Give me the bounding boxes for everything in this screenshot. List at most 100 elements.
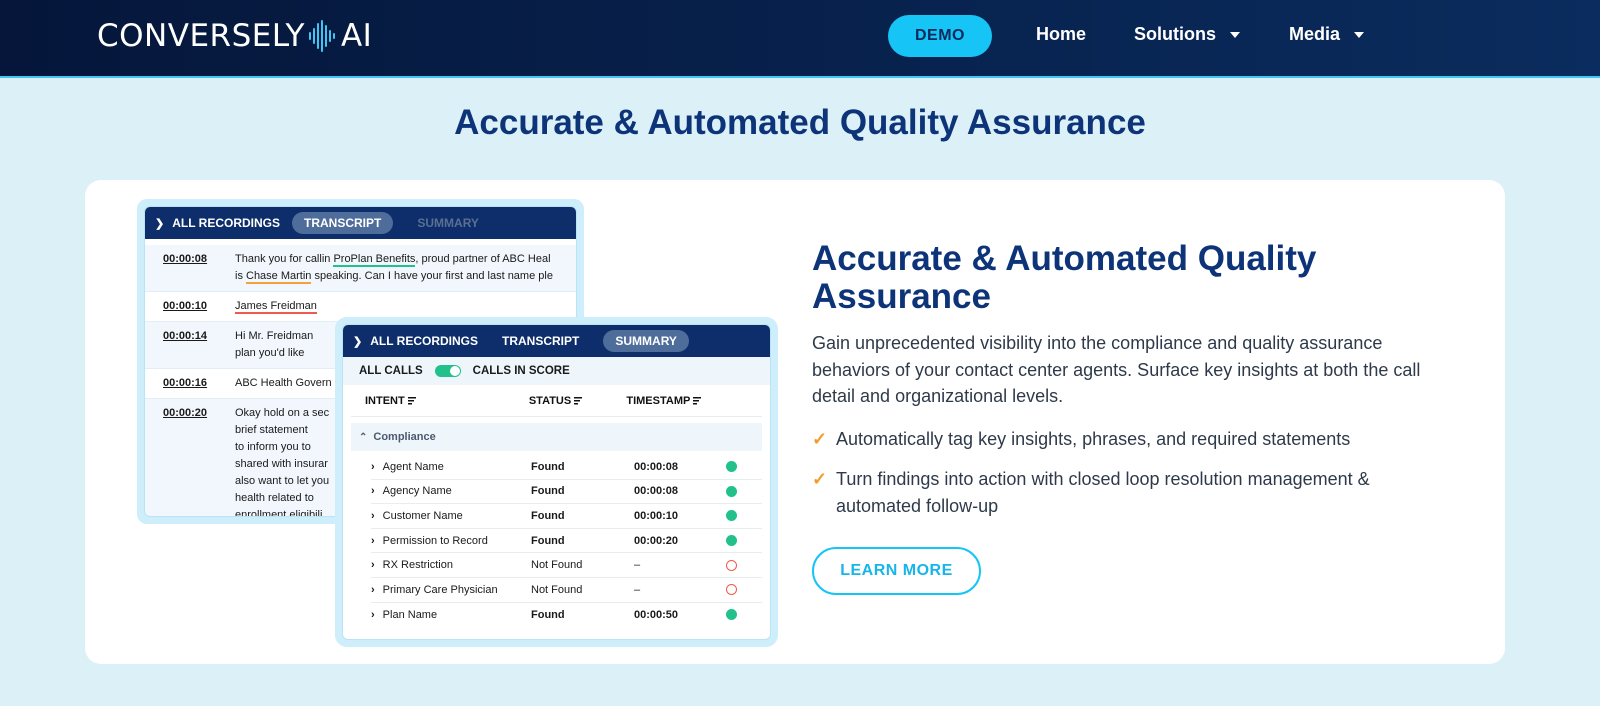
check-icon: ✓ bbox=[812, 429, 828, 449]
logo-text-right: AI bbox=[340, 18, 373, 54]
chevron-right-icon: › bbox=[371, 608, 375, 621]
check-icon: ✓ bbox=[812, 469, 828, 489]
transcript-timestamp[interactable]: 00:00:14 bbox=[145, 328, 235, 362]
col-timestamp[interactable]: TIMESTAMP bbox=[626, 395, 740, 407]
filter-calls-in-score: CALLS IN SCORE bbox=[472, 365, 570, 377]
intent-cell: › RX Restriction bbox=[371, 559, 531, 571]
status-cell: Found bbox=[531, 534, 565, 547]
learn-more-button[interactable]: LEARN MORE bbox=[812, 547, 981, 595]
intent-name: Primary Care Physician bbox=[382, 583, 498, 596]
chevron-up-icon: ⌃ bbox=[359, 431, 368, 443]
not-found-status-icon bbox=[726, 584, 737, 596]
intent-cell: › Agency Name bbox=[371, 485, 531, 497]
col-timestamp-label: TIMESTAMP bbox=[626, 394, 691, 407]
table-row[interactable]: › Agency Name Found 00:00:08 bbox=[371, 480, 762, 505]
page-title: Accurate & Automated Quality Assurance bbox=[454, 103, 1146, 142]
chevron-right-icon: › bbox=[371, 534, 375, 547]
section-title: Accurate & Automated Quality Assurance bbox=[812, 239, 1317, 316]
found-status-icon bbox=[726, 510, 737, 522]
timestamp-cell: 00:00:08 bbox=[634, 485, 679, 498]
col-status-label: STATUS bbox=[528, 394, 572, 407]
intent-name: Plan Name bbox=[382, 608, 438, 621]
summary-tabbar: ❯ ALL RECORDINGS TRANSCRIPT SUMMARY bbox=[343, 325, 770, 357]
summary-panel-inner: ❯ ALL RECORDINGS TRANSCRIPT SUMMARY ALL … bbox=[342, 324, 771, 640]
chevron-right-icon: › bbox=[371, 559, 375, 572]
demo-button[interactable]: DEMO bbox=[888, 15, 992, 57]
table-header: INTENT STATUS TIMESTAMP bbox=[351, 385, 762, 417]
table-row[interactable]: › Agent Name Found 00:00:08 bbox=[371, 455, 762, 480]
highlight-company[interactable]: ProPlan Benefits bbox=[333, 253, 416, 267]
table-row[interactable]: › Plan Name Found 00:00:50 bbox=[371, 603, 762, 628]
status-cell: Found bbox=[531, 485, 565, 498]
highlight-agent-name[interactable]: Chase Martin bbox=[246, 270, 312, 284]
group-label: Compliance bbox=[373, 431, 436, 443]
intent-name: Permission to Record bbox=[382, 534, 488, 547]
filter-all-calls: ALL CALLS bbox=[359, 365, 423, 377]
tab-all-recordings[interactable]: ALL RECORDINGS bbox=[172, 216, 280, 230]
transcript-text-part: Thank you for callin bbox=[235, 253, 334, 265]
intent-name: Agent Name bbox=[382, 460, 444, 473]
intent-cell: › Customer Name bbox=[371, 510, 531, 522]
chevron-down-icon: ❯ bbox=[155, 217, 165, 230]
tab-transcript[interactable]: TRANSCRIPT bbox=[490, 330, 591, 352]
sort-icon bbox=[693, 396, 702, 405]
found-status-icon bbox=[726, 535, 737, 547]
nav-solutions[interactable]: Solutions bbox=[1134, 24, 1240, 45]
group-compliance[interactable]: ⌃ Compliance bbox=[351, 423, 762, 451]
chevron-down-icon: ❯ bbox=[353, 335, 363, 348]
intent-name: Agency Name bbox=[382, 485, 452, 498]
transcript-text: Thank you for callin ProPlan Benefits, p… bbox=[235, 251, 576, 285]
nav-media-label: Media bbox=[1289, 24, 1341, 44]
timestamp-cell: 00:00:10 bbox=[634, 509, 679, 522]
status-cell: Found bbox=[531, 460, 565, 473]
transcript-timestamp[interactable]: 00:00:20 bbox=[145, 405, 235, 516]
chevron-right-icon: › bbox=[371, 509, 375, 522]
nav-media[interactable]: Media bbox=[1289, 24, 1365, 45]
table-row[interactable]: › RX Restriction Not Found – bbox=[371, 553, 762, 578]
status-cell: Not Found bbox=[531, 559, 583, 572]
intent-cell: › Primary Care Physician bbox=[371, 584, 531, 596]
sort-icon bbox=[407, 396, 416, 405]
transcript-timestamp[interactable]: 00:00:10 bbox=[145, 298, 235, 315]
caret-down-icon bbox=[1230, 31, 1240, 38]
calls-toggle[interactable] bbox=[434, 365, 461, 377]
tab-summary[interactable]: SUMMARY bbox=[603, 330, 689, 352]
timestamp-cell: – bbox=[634, 583, 641, 596]
intent-cell: › Permission to Record bbox=[371, 535, 531, 547]
transcript-row: 00:00:08 Thank you for callin ProPlan Be… bbox=[145, 245, 576, 292]
nav-home[interactable]: Home bbox=[1036, 24, 1086, 45]
col-status[interactable]: STATUS bbox=[529, 395, 627, 407]
tab-all-recordings[interactable]: ALL RECORDINGS bbox=[370, 334, 478, 348]
tab-summary[interactable]: SUMMARY bbox=[405, 212, 491, 234]
logo[interactable]: CONVERSELY AI bbox=[97, 18, 372, 54]
logo-text-left: CONVERSELY bbox=[97, 18, 305, 54]
col-intent[interactable]: INTENT bbox=[365, 395, 529, 407]
feature-bullet: ✓ Automatically tag key insights, phrase… bbox=[812, 426, 1452, 453]
table-row[interactable]: › Customer Name Found 00:00:10 bbox=[371, 504, 762, 529]
sort-icon bbox=[574, 396, 583, 405]
timestamp-cell: 00:00:20 bbox=[634, 534, 679, 547]
timestamp-cell: – bbox=[634, 559, 641, 572]
tab-transcript[interactable]: TRANSCRIPT bbox=[292, 212, 394, 234]
col-intent-label: INTENT bbox=[365, 394, 405, 407]
intent-cell: › Plan Name bbox=[371, 609, 531, 621]
highlight-customer-name[interactable]: James Freidman bbox=[235, 300, 317, 314]
table-row[interactable]: › Permission to Record Found 00:00:20 bbox=[371, 529, 762, 554]
status-cell: Not Found bbox=[531, 583, 583, 596]
transcript-timestamp[interactable]: 00:00:16 bbox=[145, 375, 235, 392]
found-status-icon bbox=[726, 609, 737, 621]
chevron-right-icon: › bbox=[371, 485, 375, 498]
caret-down-icon bbox=[1354, 31, 1365, 38]
status-cell: Found bbox=[531, 608, 565, 621]
table-row[interactable]: › Primary Care Physician Not Found – bbox=[371, 578, 762, 603]
not-found-status-icon bbox=[726, 559, 737, 571]
transcript-timestamp[interactable]: 00:00:08 bbox=[145, 251, 235, 285]
section-description: Gain unprecedented visibility into the c… bbox=[812, 333, 1421, 406]
chevron-right-icon: › bbox=[371, 583, 375, 596]
top-nav: CONVERSELY AI DEMO Home Solutions Media bbox=[0, 0, 1600, 78]
filter-bar: ALL CALLS CALLS IN SCORE bbox=[343, 357, 770, 385]
transcript-tabbar: ❯ ALL RECORDINGS TRANSCRIPT SUMMARY bbox=[145, 207, 576, 239]
timestamp-cell: 00:00:50 bbox=[634, 608, 679, 621]
transcript-text: James Freidman bbox=[235, 298, 576, 315]
found-status-icon bbox=[726, 485, 737, 497]
